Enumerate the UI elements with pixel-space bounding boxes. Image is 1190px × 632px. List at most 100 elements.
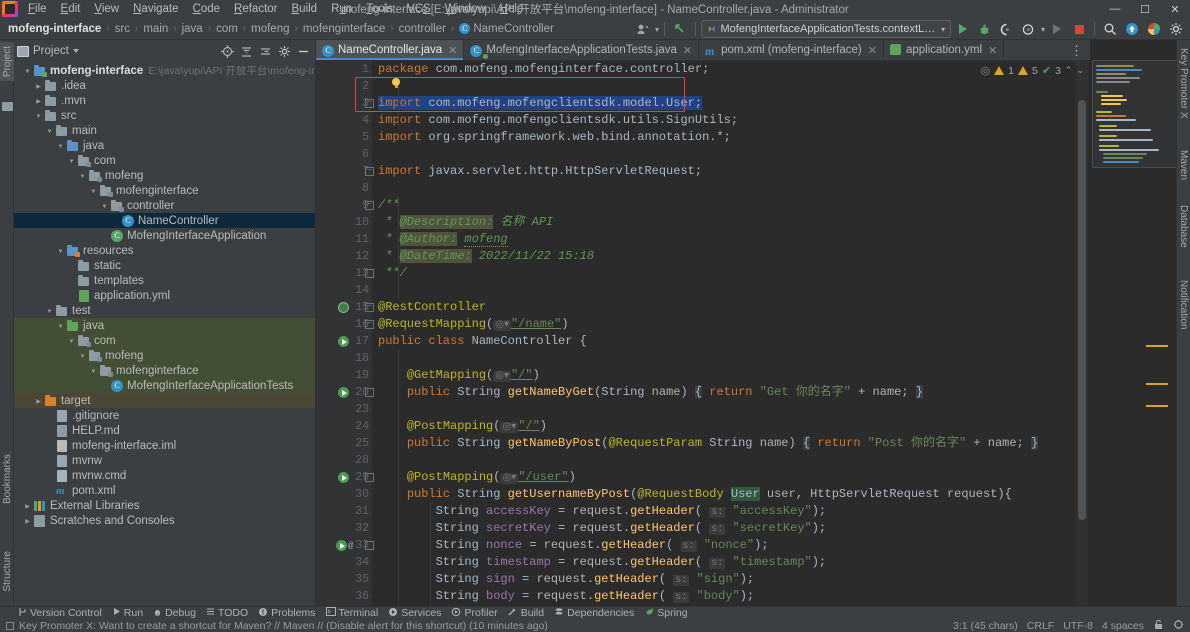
code-line[interactable]: /**: [372, 197, 1090, 214]
plugin-notify-button[interactable]: [1144, 19, 1164, 39]
tree-row[interactable]: mvnw: [14, 453, 315, 468]
expand-all-icon[interactable]: [256, 42, 274, 60]
chevron-down-icon[interactable]: ▾: [655, 25, 659, 34]
tab-close-icon[interactable]: ✕: [683, 44, 692, 57]
tree-row[interactable]: com: [14, 333, 315, 348]
tree-row[interactable]: .mvn: [14, 93, 315, 108]
tree-row[interactable]: mofenginterface: [14, 363, 315, 378]
code-line[interactable]: [372, 452, 1090, 469]
bottom-tool-stripe[interactable]: Version ControlRunDebugTODOProblemsTermi…: [0, 606, 1190, 619]
code-content[interactable]: package com.mofeng.mofenginterface.contr…: [372, 61, 1090, 606]
code-line[interactable]: * @Description: 名称 API: [372, 214, 1090, 231]
search-everywhere-button[interactable]: [1100, 19, 1120, 39]
code-line[interactable]: String sign = request.getHeader( s: "sig…: [372, 571, 1090, 588]
chevron-down-icon[interactable]: [77, 171, 88, 180]
code-line[interactable]: * @DateTime: 2022/11/22 15:18: [372, 248, 1090, 265]
code-line[interactable]: String timestamp = request.getHeader( s:…: [372, 554, 1090, 571]
gutter-line[interactable]: 18: [316, 350, 372, 367]
chevron-down-icon[interactable]: [99, 201, 110, 210]
editor-scrollbar[interactable]: [1076, 60, 1088, 606]
bottom-tool-build[interactable]: Build: [508, 607, 544, 620]
close-button[interactable]: ✕: [1160, 0, 1190, 18]
gutter-line[interactable]: 14: [316, 282, 372, 299]
scrollbar-thumb[interactable]: [1078, 100, 1086, 520]
gear-icon[interactable]: [275, 42, 293, 60]
breadcrumb-item-7[interactable]: controller: [397, 23, 448, 35]
stop-button[interactable]: [1069, 19, 1089, 39]
tree-row[interactable]: HELP.md: [14, 423, 315, 438]
tree-row[interactable]: mofeng-interface.iml: [14, 438, 315, 453]
checkbox-icon[interactable]: [6, 622, 14, 630]
tab-close-icon[interactable]: ✕: [988, 44, 997, 57]
tree-row[interactable]: main: [14, 123, 315, 138]
chevron-down-icon[interactable]: [88, 186, 99, 195]
sidebar-item-maven[interactable]: Maven: [1178, 150, 1189, 180]
sidebar-item-bookmarks[interactable]: Bookmarks: [0, 450, 15, 508]
tree-row[interactable]: .idea: [14, 78, 315, 93]
chevron-right-icon[interactable]: [22, 516, 33, 525]
chevron-down-icon[interactable]: [66, 156, 77, 165]
breadcrumb-item-6[interactable]: mofenginterface: [301, 23, 387, 35]
tree-row[interactable]: CMofengInterfaceApplication: [14, 228, 315, 243]
tree-row[interactable]: mofenginterface: [14, 183, 315, 198]
gutter-line[interactable]: 17: [316, 333, 372, 350]
gutter-line[interactable]: 16−: [316, 316, 372, 333]
gutter-line[interactable]: 10: [316, 214, 372, 231]
window-controls[interactable]: — ☐ ✕: [1100, 0, 1190, 18]
gutter-line[interactable]: @33: [316, 537, 372, 554]
sidebar-item-database[interactable]: Database: [1178, 205, 1189, 248]
tree-row[interactable]: .gitignore: [14, 408, 315, 423]
more-options-icon[interactable]: ⋮: [1065, 43, 1088, 59]
chevron-down-icon[interactable]: ▾: [941, 25, 945, 34]
menu-navigate[interactable]: Navigate: [126, 2, 185, 16]
menu-file[interactable]: File: [21, 2, 54, 16]
code-line[interactable]: @GetMapping(◎▾"/"): [372, 367, 1090, 384]
project-panel-title[interactable]: Project: [17, 45, 79, 57]
run-with-coverage-button[interactable]: [997, 19, 1017, 39]
bottom-tool-dependencies[interactable]: Dependencies: [554, 607, 634, 620]
maximize-button[interactable]: ☐: [1130, 0, 1160, 18]
tab-close-icon[interactable]: ✕: [448, 44, 457, 57]
run-gutter-icon[interactable]: [338, 336, 349, 347]
code-line[interactable]: public class NameController {: [372, 333, 1090, 350]
tab-overflow-actions[interactable]: ⋮: [1065, 40, 1088, 61]
editor-tab-1[interactable]: CMofengInterfaceApplicationTests.java✕: [464, 40, 699, 60]
code-line[interactable]: [372, 78, 1090, 95]
chevron-down-icon[interactable]: [66, 336, 77, 345]
tree-row[interactable]: com: [14, 153, 315, 168]
code-line[interactable]: String secretKey = request.getHeader( s:…: [372, 520, 1090, 537]
mapping-gutter-icon[interactable]: @: [348, 541, 353, 551]
gutter-line[interactable]: 9−: [316, 197, 372, 214]
right-tool-stripe[interactable]: Key Promoter X Maven Database Notificati…: [1176, 40, 1190, 606]
editor-tab-0[interactable]: CNameController.java✕: [316, 40, 464, 60]
gutter-line[interactable]: 34: [316, 554, 372, 571]
gutter-line[interactable]: 11: [316, 231, 372, 248]
code-line[interactable]: String body = request.getHeader( s: "bod…: [372, 588, 1090, 605]
editor-minimap-area[interactable]: [1076, 60, 1176, 606]
status-message-area[interactable]: Key Promoter X: Want to create a shortcu…: [6, 620, 548, 632]
code-line[interactable]: [372, 350, 1090, 367]
gutter-line[interactable]: 2: [316, 78, 372, 95]
main-toolbar-actions[interactable]: ▾ MofengInterfaceApplicationTests.contex…: [633, 18, 1186, 40]
rerun-button[interactable]: [1047, 19, 1067, 39]
code-line[interactable]: import org.springframework.web.bind.anno…: [372, 129, 1090, 146]
settings-gear-button[interactable]: [1166, 19, 1186, 39]
bottom-tool-terminal[interactable]: Terminal: [326, 607, 379, 619]
tree-row[interactable]: java: [14, 318, 315, 333]
tree-row[interactable]: java: [14, 138, 315, 153]
minimize-button[interactable]: —: [1100, 0, 1130, 18]
chevron-down-icon[interactable]: [55, 141, 66, 150]
gutter-line[interactable]: 32: [316, 520, 372, 537]
tree-row[interactable]: test: [14, 303, 315, 318]
intention-bulb-icon[interactable]: [392, 78, 401, 89]
code-line[interactable]: public String getNameByGet(String name) …: [372, 384, 1090, 401]
file-encoding[interactable]: UTF-8: [1063, 620, 1093, 632]
inspection-widget[interactable]: ◎ 1 5 ✔ 3 ⌃ ⌄: [981, 64, 1084, 77]
run-gutter-icon[interactable]: [338, 387, 349, 398]
menu-view[interactable]: View: [87, 2, 126, 16]
gutter-line[interactable]: 28: [316, 452, 372, 469]
code-line[interactable]: public String getNameByPost(@RequestPara…: [372, 435, 1090, 452]
breadcrumb-item-1[interactable]: src: [113, 23, 132, 35]
code-editor[interactable]: 123−4567−89−101112131415−16−171819202324…: [316, 61, 1090, 606]
gutter-line[interactable]: 15−: [316, 299, 372, 316]
